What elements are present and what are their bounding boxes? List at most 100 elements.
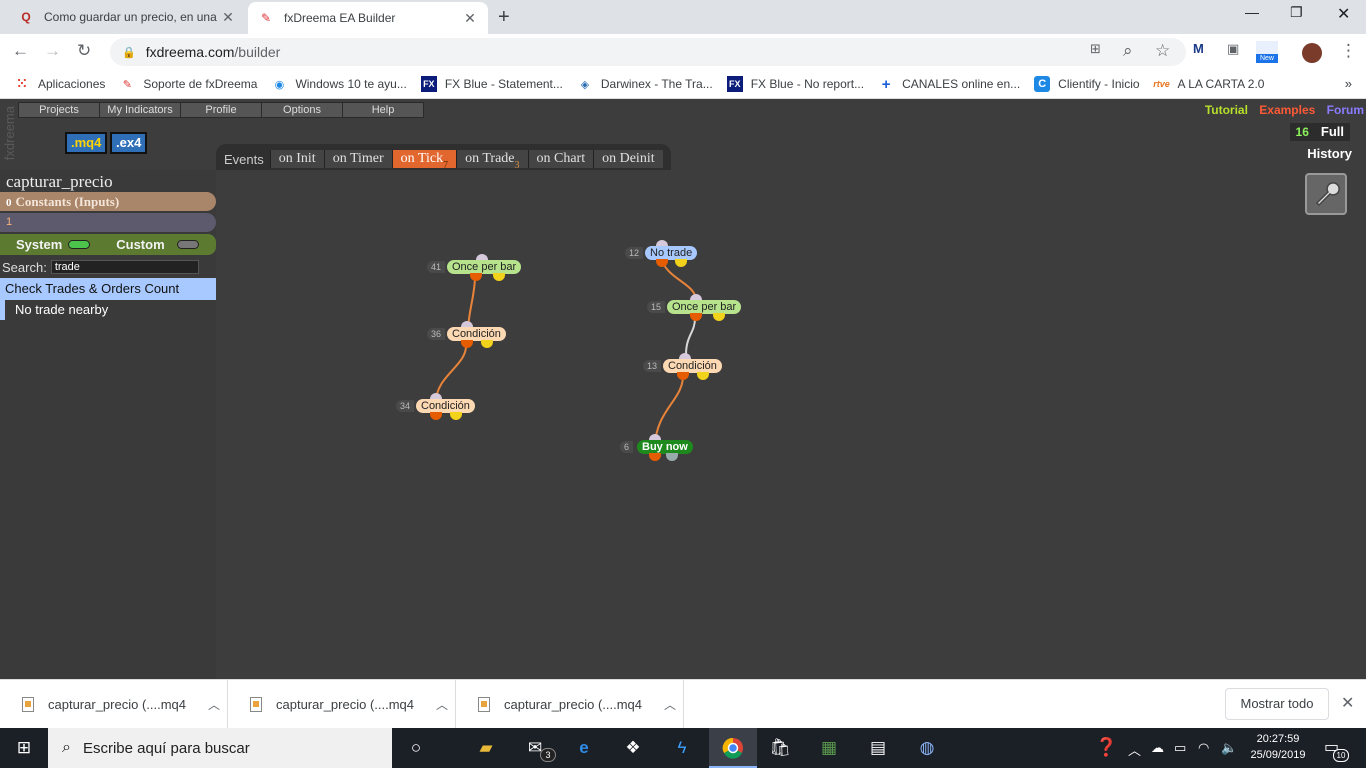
chevron-up-icon[interactable]: ︿ — [1128, 740, 1141, 759]
dropbox-icon[interactable]: ❖ — [621, 736, 645, 760]
bookmark-fxblue-noreport[interactable]: FX FX Blue - No report... — [726, 76, 865, 92]
block-label: Condición — [663, 359, 722, 373]
block-condicion[interactable]: 13 Condición — [643, 353, 728, 380]
constants-bar[interactable]: 0 Constants (Inputs) — [0, 192, 216, 211]
show-all-downloads-button[interactable]: Mostrar todo — [1225, 688, 1329, 720]
export-ex4-button[interactable]: .ex4 — [110, 132, 148, 154]
address-bar[interactable]: 🔒 fxdreema.com/builder — [110, 38, 1186, 66]
edge-icon[interactable]: e — [572, 736, 596, 760]
bookmark-windows10[interactable]: ◉ Windows 10 te ayu... — [271, 76, 407, 92]
menu-my-indicators[interactable]: My Indicators — [99, 102, 181, 118]
reload-icon[interactable]: ↻ — [77, 41, 91, 61]
taskbar-search[interactable]: ⌕ Escribe aquí para buscar — [48, 728, 392, 768]
close-tab-icon[interactable]: ✕ — [220, 9, 236, 26]
forum-link[interactable]: Forum — [1327, 103, 1364, 117]
tab-on-timer[interactable]: on Timer — [323, 150, 392, 168]
block-once-per-bar[interactable]: 41 Once per bar — [427, 254, 527, 281]
clock-time: 20:27:59 — [1256, 733, 1300, 745]
zoom-icon[interactable]: ⌕ — [1123, 41, 1133, 61]
file-explorer-icon[interactable]: ▰ — [474, 736, 498, 760]
menu-kebab-icon[interactable]: ⋮ — [1340, 41, 1357, 61]
fxdreema-icon: ✎ — [260, 11, 272, 25]
download-filename: capturar_precio (....mq4 — [276, 696, 415, 712]
bookmark-soporte-fxdreema[interactable]: ✎ Soporte de fxDreema — [119, 76, 258, 92]
system-clock[interactable]: 20:27:59 25/09/2019 — [1248, 731, 1308, 763]
app-icon[interactable]: ϟ — [670, 736, 694, 760]
tab-on-deinit[interactable]: on Deinit — [593, 150, 663, 168]
chevron-up-icon[interactable]: ︿ — [208, 696, 220, 713]
app-icon-owl[interactable]: ◍ — [915, 736, 939, 760]
download-item[interactable]: capturar_precio (....mq4 ︿ — [228, 680, 456, 728]
system-custom-bar: System Custom — [0, 234, 216, 255]
tab-on-chart[interactable]: on Chart — [527, 150, 594, 168]
menu-help[interactable]: Help — [342, 102, 424, 118]
block-buy-now[interactable]: 6 Buy now — [620, 434, 695, 461]
back-icon[interactable]: ← — [12, 41, 29, 61]
bookmark-star-icon[interactable]: ☆ — [1155, 41, 1170, 61]
chrome-taskbar-button[interactable] — [709, 728, 757, 768]
extension-icon[interactable]: ▣ — [1227, 41, 1239, 57]
menu-projects[interactable]: Projects — [18, 102, 100, 118]
browser-tab-fxdreema[interactable]: ✎ fxDreema EA Builder ✕ — [248, 2, 488, 34]
translate-icon[interactable]: ⊞ — [1090, 41, 1101, 57]
profile-avatar[interactable] — [1302, 43, 1322, 63]
examples-link[interactable]: Examples — [1259, 103, 1315, 117]
calculator-icon[interactable]: ▤ — [866, 736, 890, 760]
cortana-icon[interactable]: ○ — [404, 736, 428, 760]
onedrive-icon[interactable]: ☁ — [1151, 740, 1164, 756]
blocks-canvas[interactable]: 41 Once per bar 36 Condición 34 Condició… — [216, 170, 1366, 679]
bookmark-canales[interactable]: + CANALES online en... — [878, 76, 1020, 93]
export-mq4-button[interactable]: .mq4 — [65, 132, 108, 154]
chevron-up-icon[interactable]: ︿ — [436, 696, 448, 713]
bookmark-alacarta[interactable]: rtve A LA CARTA 2.0 — [1153, 76, 1264, 92]
block-no-trade[interactable]: 12 No trade — [625, 240, 700, 267]
menu-profile[interactable]: Profile — [180, 102, 262, 118]
tutorial-link[interactable]: Tutorial — [1205, 103, 1248, 117]
spreadsheet-icon[interactable]: ▦ — [817, 736, 841, 760]
chevron-up-icon[interactable]: ︿ — [664, 696, 676, 713]
battery-icon[interactable]: ▭ — [1174, 740, 1186, 756]
search-result-item[interactable]: Check Trades & Orders Count — [0, 278, 216, 300]
close-shelf-icon[interactable]: ✕ — [1341, 693, 1354, 713]
menu-options[interactable]: Options — [261, 102, 343, 118]
movistar-extension-icon[interactable]: M — [1193, 41, 1204, 56]
forward-icon[interactable]: → — [44, 41, 61, 61]
new-extension-icon[interactable]: New — [1256, 41, 1278, 63]
event-label: on Init — [278, 151, 316, 166]
maximize-icon[interactable]: ❐ — [1290, 4, 1303, 21]
close-window-icon[interactable]: ✕ — [1337, 4, 1350, 24]
system-toggle[interactable] — [68, 240, 91, 249]
search-placeholder: Escribe aquí para buscar — [82, 739, 250, 757]
download-item[interactable]: capturar_precio (....mq4 ︿ — [456, 680, 684, 728]
wifi-icon[interactable]: ◠ — [1198, 740, 1209, 756]
search-result-item[interactable]: No trade nearby — [0, 300, 216, 320]
bookmark-clientify[interactable]: C Clientify - Inicio — [1034, 76, 1140, 92]
close-tab-icon[interactable]: ✕ — [462, 10, 478, 27]
custom-toggle[interactable] — [176, 240, 199, 249]
tab-on-trade[interactable]: on Trade3 — [456, 150, 528, 171]
volume-icon[interactable]: 🔈 — [1221, 740, 1237, 756]
event-label: on Trade — [465, 151, 515, 166]
block-search: Search: trade — [0, 257, 216, 277]
tab-on-init[interactable]: on Init — [269, 150, 324, 168]
bookmark-label: FX Blue - No report... — [750, 77, 865, 91]
help-icon[interactable]: ❓ — [1095, 737, 1117, 758]
bookmark-apps[interactable]: ⁙ Aplicaciones — [14, 76, 106, 92]
download-item[interactable]: capturar_precio (....mq4 ︿ — [0, 680, 228, 728]
search-input[interactable]: trade — [50, 260, 199, 274]
history-link[interactable]: History — [1307, 146, 1352, 161]
block-condicion[interactable]: 34 Condición — [396, 393, 481, 420]
bookmark-darwinex[interactable]: ◈ Darwinex - The Tra... — [577, 76, 713, 92]
block-once-per-bar[interactable]: 15 Once per bar — [647, 294, 747, 321]
store-icon[interactable]: 🛍 — [768, 736, 792, 760]
minimize-icon[interactable]: — — [1245, 4, 1259, 20]
browser-tab-quora[interactable]: Q Como guardar un precio, en una ✕ — [8, 0, 246, 34]
block-condicion[interactable]: 36 Condición — [427, 321, 512, 348]
new-tab-icon[interactable]: + — [498, 6, 510, 29]
tab-on-tick[interactable]: on Tick7 — [391, 150, 457, 171]
windows-start-icon[interactable]: ⊞ — [12, 736, 36, 760]
bookmarks-overflow-icon[interactable]: » — [1345, 76, 1352, 91]
bookmark-fxblue-statement[interactable]: FX FX Blue - Statement... — [420, 76, 563, 92]
download-filename: capturar_precio (....mq4 — [504, 696, 643, 712]
variables-bar[interactable]: 1 — [0, 213, 216, 232]
